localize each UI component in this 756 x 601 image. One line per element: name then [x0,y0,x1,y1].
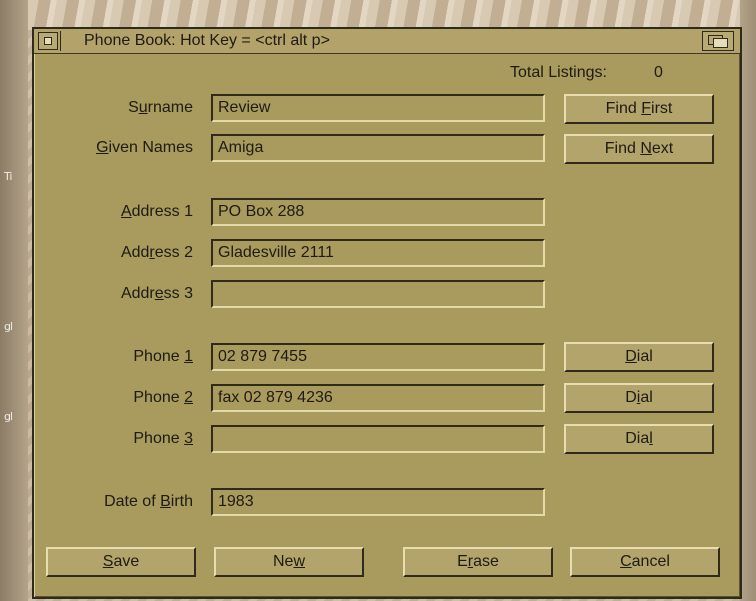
phone3-field[interactable] [211,425,545,453]
address3-label: Address 3 [120,285,193,302]
phone1-field[interactable]: 02 879 7455 [211,343,545,371]
phone-book-window: Phone Book: Hot Key = <ctrl alt p> Total… [32,27,742,599]
address2-label: Address 2 [120,244,193,261]
given-names-label: Given Names [96,139,193,156]
cancel-button[interactable]: Cancel [570,547,720,577]
phone2-field[interactable]: fax 02 879 4236 [211,384,545,412]
close-icon[interactable] [38,32,58,50]
title-separator [60,31,61,51]
given-names-field[interactable]: Amiga [211,134,545,162]
phone3-label: Phone 3 [133,430,193,447]
save-button[interactable]: Save [46,547,196,577]
address3-field[interactable] [211,280,545,308]
dial-phone2-button[interactable]: Dial [564,383,714,413]
date-of-birth-label: Date of Birth [104,493,193,510]
background-window-edge: Ti gl gl [0,0,28,601]
address1-field[interactable]: PO Box 288 [211,198,545,226]
phone2-label: Phone 2 [133,389,193,406]
phone1-label: Phone 1 [133,348,193,365]
surname-label: Surname [128,99,193,116]
desktop-top-strip [0,0,756,30]
total-listings-label: Total Listings: [510,64,607,81]
surname-field[interactable]: Review [211,94,545,122]
address1-label: Address 1 [120,203,193,220]
window-title: Phone Book: Hot Key = <ctrl alt p> [84,32,330,49]
depth-front-box [713,38,728,48]
depth-arrange-icon[interactable] [702,31,734,51]
erase-button[interactable]: Erase [403,547,553,577]
dial-phone1-button[interactable]: Dial [564,342,714,372]
dial-phone3-button[interactable]: Dial [564,424,714,454]
find-first-button[interactable]: Find First [564,94,714,124]
total-listings-value: 0 [654,64,663,81]
new-button[interactable]: New [214,547,364,577]
date-of-birth-field[interactable]: 1983 [211,488,545,516]
background-right-edge [740,0,756,601]
address2-field[interactable]: Gladesville 2111 [211,239,545,267]
title-bar[interactable]: Phone Book: Hot Key = <ctrl alt p> [34,29,740,54]
find-next-button[interactable]: Find Next [564,134,714,164]
